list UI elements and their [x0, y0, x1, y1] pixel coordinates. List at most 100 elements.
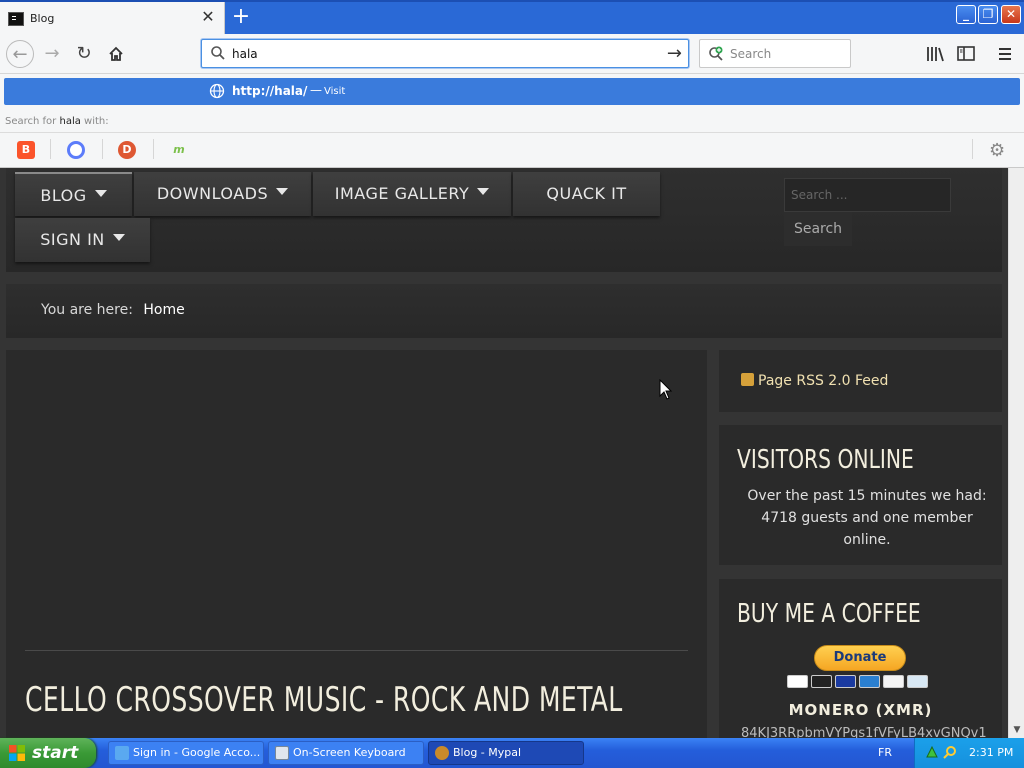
brave-icon[interactable]: B [17, 141, 35, 159]
coffee-heading: BUY ME A COFFEE [737, 599, 921, 629]
breadcrumb-prefix: You are here: [41, 302, 133, 318]
site-search-button[interactable]: Search [784, 212, 852, 246]
task-label: Blog - Mypal [453, 746, 522, 759]
divider [50, 139, 51, 159]
page-scrollbar[interactable]: ▼ [1008, 168, 1024, 738]
taskbar-item-blog-mypal[interactable]: Blog - Mypal [428, 741, 584, 765]
go-arrow-icon[interactable]: → [667, 43, 682, 64]
article-title[interactable]: CELLO CROSSOVER MUSIC - ROCK AND METAL [25, 680, 623, 720]
clock: 2:31 PM [969, 746, 1014, 759]
network-icon[interactable] [925, 745, 939, 759]
caret-down-icon [112, 234, 125, 241]
menu-item-label: BLOG [40, 186, 87, 205]
webpage-content: BLOG DOWNLOADS IMAGE GALLERY QUACK IT SI… [0, 168, 1008, 738]
visitors-heading: VISITORS ONLINE [737, 445, 914, 475]
bank-card-icon [907, 675, 928, 688]
windows-taskbar: start Sign in - Google Acco... On-Screen… [0, 738, 1024, 768]
buy-me-a-coffee-panel: BUY ME A COFFEE Donate MONERO (XMR) 84KJ… [719, 579, 1002, 738]
breadcrumb-panel: You are here: Home [6, 284, 1002, 338]
menu-item-downloads[interactable]: DOWNLOADS [134, 172, 311, 216]
site-menu-panel: BLOG DOWNLOADS IMAGE GALLERY QUACK IT SI… [6, 168, 1002, 272]
search-tray-icon[interactable] [943, 745, 957, 759]
back-button[interactable]: ← [6, 40, 34, 68]
tab-blog[interactable]: Blog ✕ [0, 2, 225, 36]
sidebar-icon [957, 46, 975, 61]
close-window-button[interactable]: ✕ [1001, 5, 1021, 24]
menu-item-image-gallery[interactable]: IMAGE GALLERY [313, 172, 511, 216]
menu-item-label: IMAGE GALLERY [334, 184, 470, 203]
monero-address: 84KJ3RRpbmVYPqs1fVFyLB4xvGNQv1 [741, 726, 987, 738]
visa-card-icon [787, 675, 808, 688]
start-label: start [32, 743, 79, 763]
mouse-cursor-icon [659, 379, 673, 400]
discover-card-icon [883, 675, 904, 688]
sidebar-toggle-button[interactable] [955, 43, 977, 65]
menu-item-quack-it[interactable]: QUACK IT [513, 172, 660, 216]
reload-button[interactable]: ↻ [70, 40, 98, 68]
taskbar-item-google-signin[interactable]: Sign in - Google Acco... [108, 741, 264, 765]
reload-icon: ↻ [76, 43, 92, 64]
address-bar[interactable]: → [201, 39, 689, 68]
keyboard-icon [275, 746, 289, 760]
mastercard-icon [811, 675, 832, 688]
monero-label: MONERO (XMR) [788, 701, 933, 719]
search-icon [211, 46, 225, 60]
language-indicator[interactable]: FR [878, 746, 892, 759]
open-menu-button[interactable] [994, 43, 1016, 65]
taskbar-item-on-screen-keyboard[interactable]: On-Screen Keyboard [268, 741, 424, 765]
search-with-term: hala [59, 116, 81, 127]
menu-item-label: QUACK IT [546, 184, 627, 203]
windows-flag-icon [9, 745, 25, 761]
amex-card-icon [859, 675, 880, 688]
search-with-prefix: Search for [5, 116, 57, 127]
breadcrumb: You are here: Home [41, 302, 185, 318]
caret-down-icon [94, 190, 107, 197]
tab-bar: Blog ✕ + _ ❐ ✕ [0, 0, 1024, 36]
search-bar-input[interactable] [730, 45, 840, 63]
rss-feed-link[interactable]: Page RSS 2.0 Feed [741, 373, 888, 389]
globe-icon [209, 83, 225, 99]
home-button[interactable] [102, 40, 130, 68]
start-button[interactable]: start [0, 738, 96, 768]
task-label: Sign in - Google Acco... [133, 746, 261, 759]
mypal-icon [435, 746, 449, 760]
gear-icon[interactable]: ⚙ [989, 140, 1005, 161]
divider [153, 139, 154, 159]
navigation-toolbar: ← → ↻ → [0, 34, 1024, 74]
main-content-panel: CELLO CROSSOVER MUSIC - ROCK AND METAL [6, 350, 707, 738]
menu-item-blog[interactable]: BLOG [15, 172, 132, 216]
rss-icon [741, 373, 754, 386]
site-search-input[interactable] [784, 178, 951, 212]
search-engine-add-icon [709, 46, 723, 61]
paypal-donate-button[interactable]: Donate [814, 645, 906, 671]
minimize-window-button[interactable]: _ [956, 5, 976, 24]
suggestion-action: Visit [324, 86, 346, 97]
url-suggestion-row[interactable]: http://hala/ — Visit [4, 78, 1020, 105]
divider [25, 650, 688, 651]
divider [102, 139, 103, 159]
caret-down-icon [276, 188, 289, 195]
tab-title: Blog [30, 12, 55, 25]
search-with-suffix: with: [84, 116, 109, 127]
address-input[interactable] [232, 44, 652, 64]
home-icon [109, 46, 123, 61]
suggestion-separator: — [310, 83, 322, 97]
mojeek-icon[interactable]: m [170, 141, 188, 159]
duckduckgo-icon[interactable]: D [118, 141, 136, 159]
new-tab-button[interactable]: + [230, 5, 252, 29]
search-with-label: Search for hala with: [5, 116, 109, 127]
restore-window-button[interactable]: ❐ [978, 5, 998, 24]
breadcrumb-home[interactable]: Home [143, 302, 184, 318]
close-tab-icon[interactable]: ✕ [199, 8, 217, 26]
scroll-down-icon[interactable]: ▼ [1011, 724, 1023, 736]
back-icon: ← [12, 44, 28, 65]
menu-item-label: SIGN IN [40, 230, 105, 249]
rss-link-label: Page RSS 2.0 Feed [758, 373, 889, 389]
qwant-icon[interactable] [67, 141, 85, 159]
library-button[interactable] [924, 43, 946, 65]
suggestion-url: http://hala/ [232, 84, 308, 98]
menu-item-sign-in[interactable]: SIGN IN [15, 218, 150, 262]
terminal-favicon-icon [8, 12, 24, 26]
forward-button[interactable]: → [38, 40, 66, 68]
search-bar[interactable] [699, 39, 851, 68]
